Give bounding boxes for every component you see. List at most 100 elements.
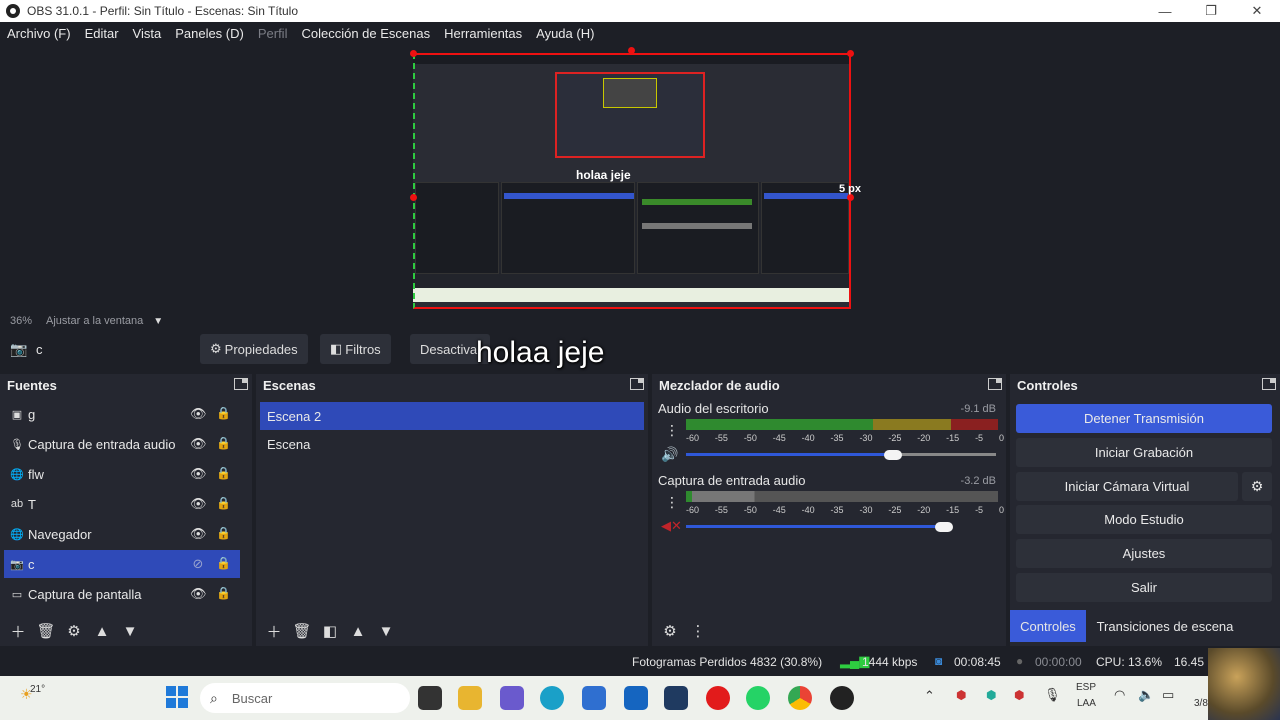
menu-editar[interactable]: Editar: [78, 26, 126, 41]
tray-app-icon[interactable]: ⬢: [986, 688, 996, 702]
filter-icon[interactable]: ◧: [316, 619, 344, 643]
app-icon[interactable]: [664, 686, 688, 710]
menu-coleccion-escenas[interactable]: Colección de Escenas: [294, 26, 437, 41]
tab-scene-transitions[interactable]: Transiciones de escena: [1090, 610, 1240, 642]
arrow-down-icon[interactable]: ▼: [116, 619, 144, 643]
arrow-down-icon[interactable]: ▼: [372, 619, 400, 643]
date[interactable]: 3/8: [1194, 698, 1208, 709]
source-item[interactable]: 📷 c ⊘ 🔒: [4, 550, 240, 578]
more-icon[interactable]: ⋮: [665, 494, 679, 511]
wifi-icon[interactable]: ◠: [1114, 687, 1125, 703]
start-virtual-camera-button[interactable]: Iniciar Cámara Virtual: [1016, 472, 1238, 501]
lock-icon[interactable]: 🔒: [216, 436, 231, 451]
fit-to-window-select[interactable]: Ajustar a la ventana: [46, 315, 143, 327]
properties-button[interactable]: ⚙ Propiedades: [200, 334, 308, 364]
edge-icon[interactable]: [540, 686, 564, 710]
volume-slider[interactable]: [686, 525, 944, 528]
source-item[interactable]: 🌐 Navegador 👁 🔒: [4, 520, 240, 548]
resize-handle[interactable]: [847, 194, 854, 201]
minimize-button[interactable]: —: [1142, 0, 1188, 22]
scene-item[interactable]: Escena 2: [260, 402, 644, 430]
lock-icon[interactable]: 🔒: [216, 586, 231, 601]
outlook-icon[interactable]: [624, 686, 648, 710]
add-icon[interactable]: ＋: [4, 619, 32, 643]
lock-icon[interactable]: 🔒: [216, 556, 231, 571]
undock-icon[interactable]: [988, 378, 1002, 390]
muted-speaker-icon[interactable]: ◀✕: [661, 518, 682, 534]
source-item[interactable]: ▣ g 👁 🔒: [4, 400, 240, 428]
menu-paneles[interactable]: Paneles (D): [168, 26, 251, 41]
eye-icon[interactable]: 👁: [190, 467, 207, 481]
volume-slider-knob[interactable]: [884, 450, 902, 460]
add-icon[interactable]: ＋: [260, 619, 288, 643]
menu-vista[interactable]: Vista: [126, 26, 169, 41]
battery-icon[interactable]: ▭: [1162, 687, 1174, 703]
lock-icon[interactable]: 🔒: [216, 526, 231, 541]
preview-canvas[interactable]: [413, 54, 851, 308]
source-item[interactable]: 🌐 flw 👁 🔒: [4, 460, 240, 488]
language[interactable]: ESP: [1076, 682, 1096, 693]
trash-icon[interactable]: 🗑: [32, 619, 60, 643]
source-item[interactable]: ▭ Captura de pantalla 👁 🔒: [4, 580, 240, 608]
resize-handle[interactable]: [410, 194, 417, 201]
speaker-icon[interactable]: 🔊: [661, 446, 678, 463]
filters-button[interactable]: ◧ Filtros: [320, 334, 391, 364]
chevron-up-icon[interactable]: ⌃: [924, 688, 935, 704]
tab-controls[interactable]: Controles: [1010, 610, 1086, 642]
tray-app-icon[interactable]: ⬢: [1014, 688, 1024, 702]
microphone-icon[interactable]: 🎙: [1044, 687, 1061, 703]
resize-handle[interactable]: [847, 50, 854, 57]
source-item[interactable]: 🎙 Captura de entrada audio 👁 🔒: [4, 430, 240, 458]
more-icon[interactable]: ⋮: [665, 422, 679, 439]
source-item[interactable]: ab T 👁 🔒: [4, 490, 240, 518]
scene-item[interactable]: Escena: [260, 430, 644, 458]
close-button[interactable]: ✕: [1234, 0, 1280, 22]
store-icon[interactable]: [582, 686, 606, 710]
windows-start-icon[interactable]: [166, 686, 188, 708]
preview-area[interactable]: holaa jeje 5 px 36% Ajustar a la ventana…: [0, 44, 1280, 327]
task-view-icon[interactable]: [418, 686, 442, 710]
menu-ayuda[interactable]: Ayuda (H): [529, 26, 601, 41]
lock-icon[interactable]: 🔒: [216, 406, 231, 421]
resize-handle[interactable]: [628, 47, 635, 54]
file-explorer-icon[interactable]: [458, 686, 482, 710]
resize-handle[interactable]: [410, 50, 417, 57]
gear-icon[interactable]: ⚙: [656, 619, 684, 643]
undock-icon[interactable]: [1262, 378, 1276, 390]
search-box[interactable]: ⌕ Buscar: [200, 683, 410, 713]
keyboard-layout[interactable]: LAA: [1077, 698, 1096, 709]
gear-icon[interactable]: ⚙: [1242, 472, 1272, 501]
volume-slider[interactable]: [686, 453, 892, 456]
exit-button[interactable]: Salir: [1016, 573, 1272, 602]
eye-icon[interactable]: 👁: [190, 437, 207, 451]
lock-icon[interactable]: 🔒: [216, 496, 231, 511]
whatsapp-icon[interactable]: [746, 686, 770, 710]
undock-icon[interactable]: [234, 378, 248, 390]
teams-icon[interactable]: [500, 686, 524, 710]
gear-icon[interactable]: ⚙: [60, 619, 88, 643]
menu-herramientas[interactable]: Herramientas: [437, 26, 529, 41]
more-icon[interactable]: ⋮: [684, 619, 712, 643]
menu-archivo[interactable]: Archivo (F): [0, 26, 78, 41]
opera-icon[interactable]: [706, 686, 730, 710]
arrow-up-icon[interactable]: ▲: [88, 619, 116, 643]
chrome-icon[interactable]: [788, 686, 812, 710]
maximize-button[interactable]: ❐: [1188, 0, 1234, 22]
undock-icon[interactable]: [630, 378, 644, 390]
lock-icon[interactable]: 🔒: [216, 466, 231, 481]
start-recording-button[interactable]: Iniciar Grabación: [1016, 438, 1272, 467]
eye-icon[interactable]: 👁: [190, 497, 207, 511]
settings-button[interactable]: Ajustes: [1016, 539, 1272, 568]
menu-perfil[interactable]: Perfil: [251, 26, 295, 41]
eye-icon[interactable]: 👁: [190, 527, 207, 541]
tray-app-icon[interactable]: ⬢: [956, 688, 966, 702]
volume-slider-knob[interactable]: [935, 522, 953, 532]
eye-hidden-icon[interactable]: ⊘: [190, 557, 206, 571]
volume-icon[interactable]: 🔈: [1138, 687, 1154, 703]
trash-icon[interactable]: 🗑: [288, 619, 316, 643]
stop-streaming-button[interactable]: Detener Transmisión: [1016, 404, 1272, 433]
eye-icon[interactable]: 👁: [190, 407, 207, 421]
eye-icon[interactable]: 👁: [190, 587, 207, 601]
chevron-down-icon[interactable]: ▼: [153, 316, 163, 327]
studio-mode-button[interactable]: Modo Estudio: [1016, 505, 1272, 534]
